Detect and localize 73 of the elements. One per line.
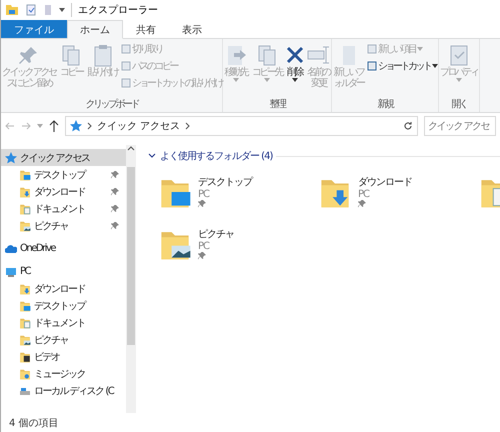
sidebar-item[interactable]: ダウンロード: [1, 280, 126, 297]
section-header[interactable]: よく使用するフォルダー (4): [160, 149, 272, 163]
pin-icon[interactable]: [358, 200, 366, 208]
item-count: 4 個の項目: [9, 416, 59, 430]
sidebar-item[interactable]: ピクチャ: [1, 217, 126, 234]
desktop-folder-icon: [19, 300, 31, 312]
caret-icon: [432, 64, 438, 68]
folder-location: PC: [198, 189, 210, 200]
sidebar-item[interactable]: ドキュメント: [1, 200, 126, 217]
pin-icon[interactable]: [198, 252, 206, 260]
document-folder-icon: [19, 316, 31, 328]
caret-icon: [264, 78, 270, 82]
refresh-icon[interactable]: [403, 121, 413, 131]
sidebar-item[interactable]: ダウンロード: [1, 183, 126, 200]
desktop-folder-icon: [19, 168, 31, 180]
pin-icon[interactable]: [111, 204, 119, 212]
folder-name[interactable]: ピクチャ: [198, 227, 234, 241]
folder-location: PC: [198, 241, 210, 252]
folder-name[interactable]: デスクトップ: [198, 175, 252, 189]
ribbon-button[interactable]: ショートカット: [367, 58, 438, 74]
folder-location: PC: [358, 189, 370, 200]
picture-folder-icon: [19, 334, 31, 346]
forward-arrow-icon[interactable]: [21, 121, 31, 131]
ribbon-tab[interactable]: ファイル: [1, 20, 67, 38]
sidebar-item[interactable]: デスクトップ: [1, 166, 126, 183]
ribbon-group-label: 新規: [377, 98, 392, 112]
folder-name[interactable]: ダウンロード: [358, 175, 412, 189]
caret-icon[interactable]: [59, 8, 65, 12]
picture-folder-icon: [19, 220, 31, 232]
address-bar[interactable]: クイック アクセス: [65, 116, 418, 136]
sidebar-item[interactable]: ピクチャ: [1, 331, 126, 348]
caret-icon: [416, 47, 422, 51]
sidebar-item[interactable]: ローカル ディスク (C: [1, 382, 126, 399]
ribbon-group-label: 開く: [451, 98, 466, 112]
caret-icon: [456, 78, 462, 82]
caret-icon: [292, 78, 298, 82]
sidebar-item[interactable]: PC: [1, 263, 126, 280]
pin-icon[interactable]: [111, 170, 119, 178]
caret-icon: [232, 78, 239, 82]
sidebar-item[interactable]: ドキュメント: [1, 314, 126, 331]
pin-icon[interactable]: [111, 188, 119, 196]
document-folder-icon: [19, 202, 31, 214]
breadcrumb[interactable]: クイック アクセス: [97, 119, 180, 133]
pin-icon[interactable]: [198, 200, 206, 208]
computer-icon: [5, 266, 17, 278]
ribbon-tab[interactable]: ホーム: [67, 20, 123, 39]
download-folder-icon: [19, 186, 31, 198]
ribbon-group-label: クリップボード: [85, 98, 138, 112]
sidebar-item[interactable]: クイック アクセス: [1, 149, 126, 166]
chevron-icon: [87, 122, 92, 130]
chevron-icon: [185, 122, 190, 130]
sidebar-item[interactable]: OneDrive: [1, 240, 126, 257]
chevron-icon[interactable]: [148, 153, 156, 159]
properties-icon[interactable]: [25, 4, 37, 16]
music-folder-icon: [19, 368, 31, 380]
caret-icon: [37, 124, 43, 128]
download-folder-icon: [19, 282, 31, 294]
ribbon-group-label: 整理: [270, 98, 284, 112]
sidebar-item[interactable]: ミュージック: [1, 365, 126, 382]
window-title: エクスプローラー: [71, 3, 158, 17]
pin-icon[interactable]: [111, 222, 119, 230]
scrollbar[interactable]: [126, 145, 136, 413]
ribbon-button[interactable]: 削除: [286, 41, 304, 97]
back-arrow-icon[interactable]: [5, 121, 15, 131]
scroll-up-icon[interactable]: [127, 145, 135, 151]
sidebar-item[interactable]: ビデオ: [1, 348, 126, 365]
star-icon: [70, 120, 82, 132]
cloud-icon: [5, 242, 17, 254]
video-folder-icon: [19, 350, 31, 362]
star-icon: [5, 152, 17, 164]
up-arrow-icon[interactable]: [49, 120, 59, 132]
sidebar-item[interactable]: デスクトップ: [1, 297, 126, 314]
search-field[interactable]: クイック アクセ: [424, 116, 496, 136]
